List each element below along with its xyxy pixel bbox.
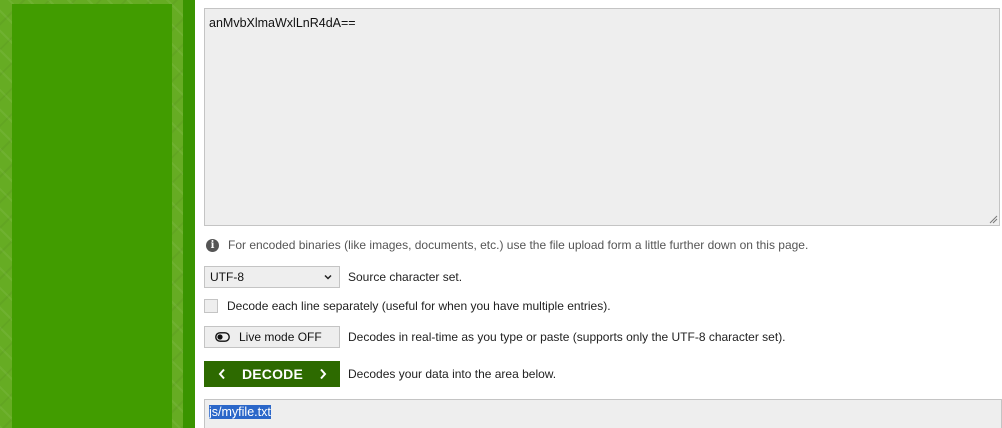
decoded-output-value: js/myfile.txt (209, 405, 271, 419)
live-mode-label: Live mode OFF (239, 330, 322, 344)
live-mode-description: Decodes in real-time as you type or past… (348, 330, 786, 344)
decoded-output-textarea[interactable]: js/myfile.txt (204, 399, 1002, 428)
decode-row: DECODE Decodes your data into the area b… (204, 361, 556, 387)
sidebar-edge (183, 0, 195, 428)
sidebar (12, 4, 172, 428)
decode-button[interactable]: DECODE (204, 361, 340, 387)
binary-hint: i For encoded binaries (like images, doc… (206, 237, 808, 253)
live-mode-row: Live mode OFF Decodes in real-time as yo… (204, 326, 786, 348)
charset-row: UTF-8 Source character set. (204, 266, 462, 288)
decode-description: Decodes your data into the area below. (348, 367, 557, 381)
decode-button-label: DECODE (241, 366, 304, 382)
info-icon: i (206, 238, 219, 252)
binary-hint-text: For encoded binaries (like images, docum… (228, 238, 809, 252)
each-line-row: Decode each line separately (useful for … (204, 299, 611, 313)
page: anMvbXlmaWxlLnR4dA== i For encoded binar… (0, 0, 1002, 428)
toggle-icon (215, 332, 230, 342)
chevron-right-icon (320, 368, 327, 380)
chevron-left-icon (218, 368, 225, 380)
decode-each-line-checkbox[interactable] (204, 299, 218, 313)
decode-each-line-label: Decode each line separately (useful for … (227, 299, 611, 313)
charset-description: Source character set. (348, 270, 463, 284)
live-mode-toggle-button[interactable]: Live mode OFF (204, 326, 340, 348)
encoded-input-value: anMvbXlmaWxlLnR4dA== (209, 16, 356, 30)
chevron-down-icon (324, 274, 332, 280)
encoded-input-textarea[interactable]: anMvbXlmaWxlLnR4dA== (204, 8, 1000, 226)
charset-select[interactable]: UTF-8 (204, 266, 340, 288)
resize-handle-icon[interactable] (988, 214, 998, 224)
charset-selected-value: UTF-8 (210, 270, 244, 284)
